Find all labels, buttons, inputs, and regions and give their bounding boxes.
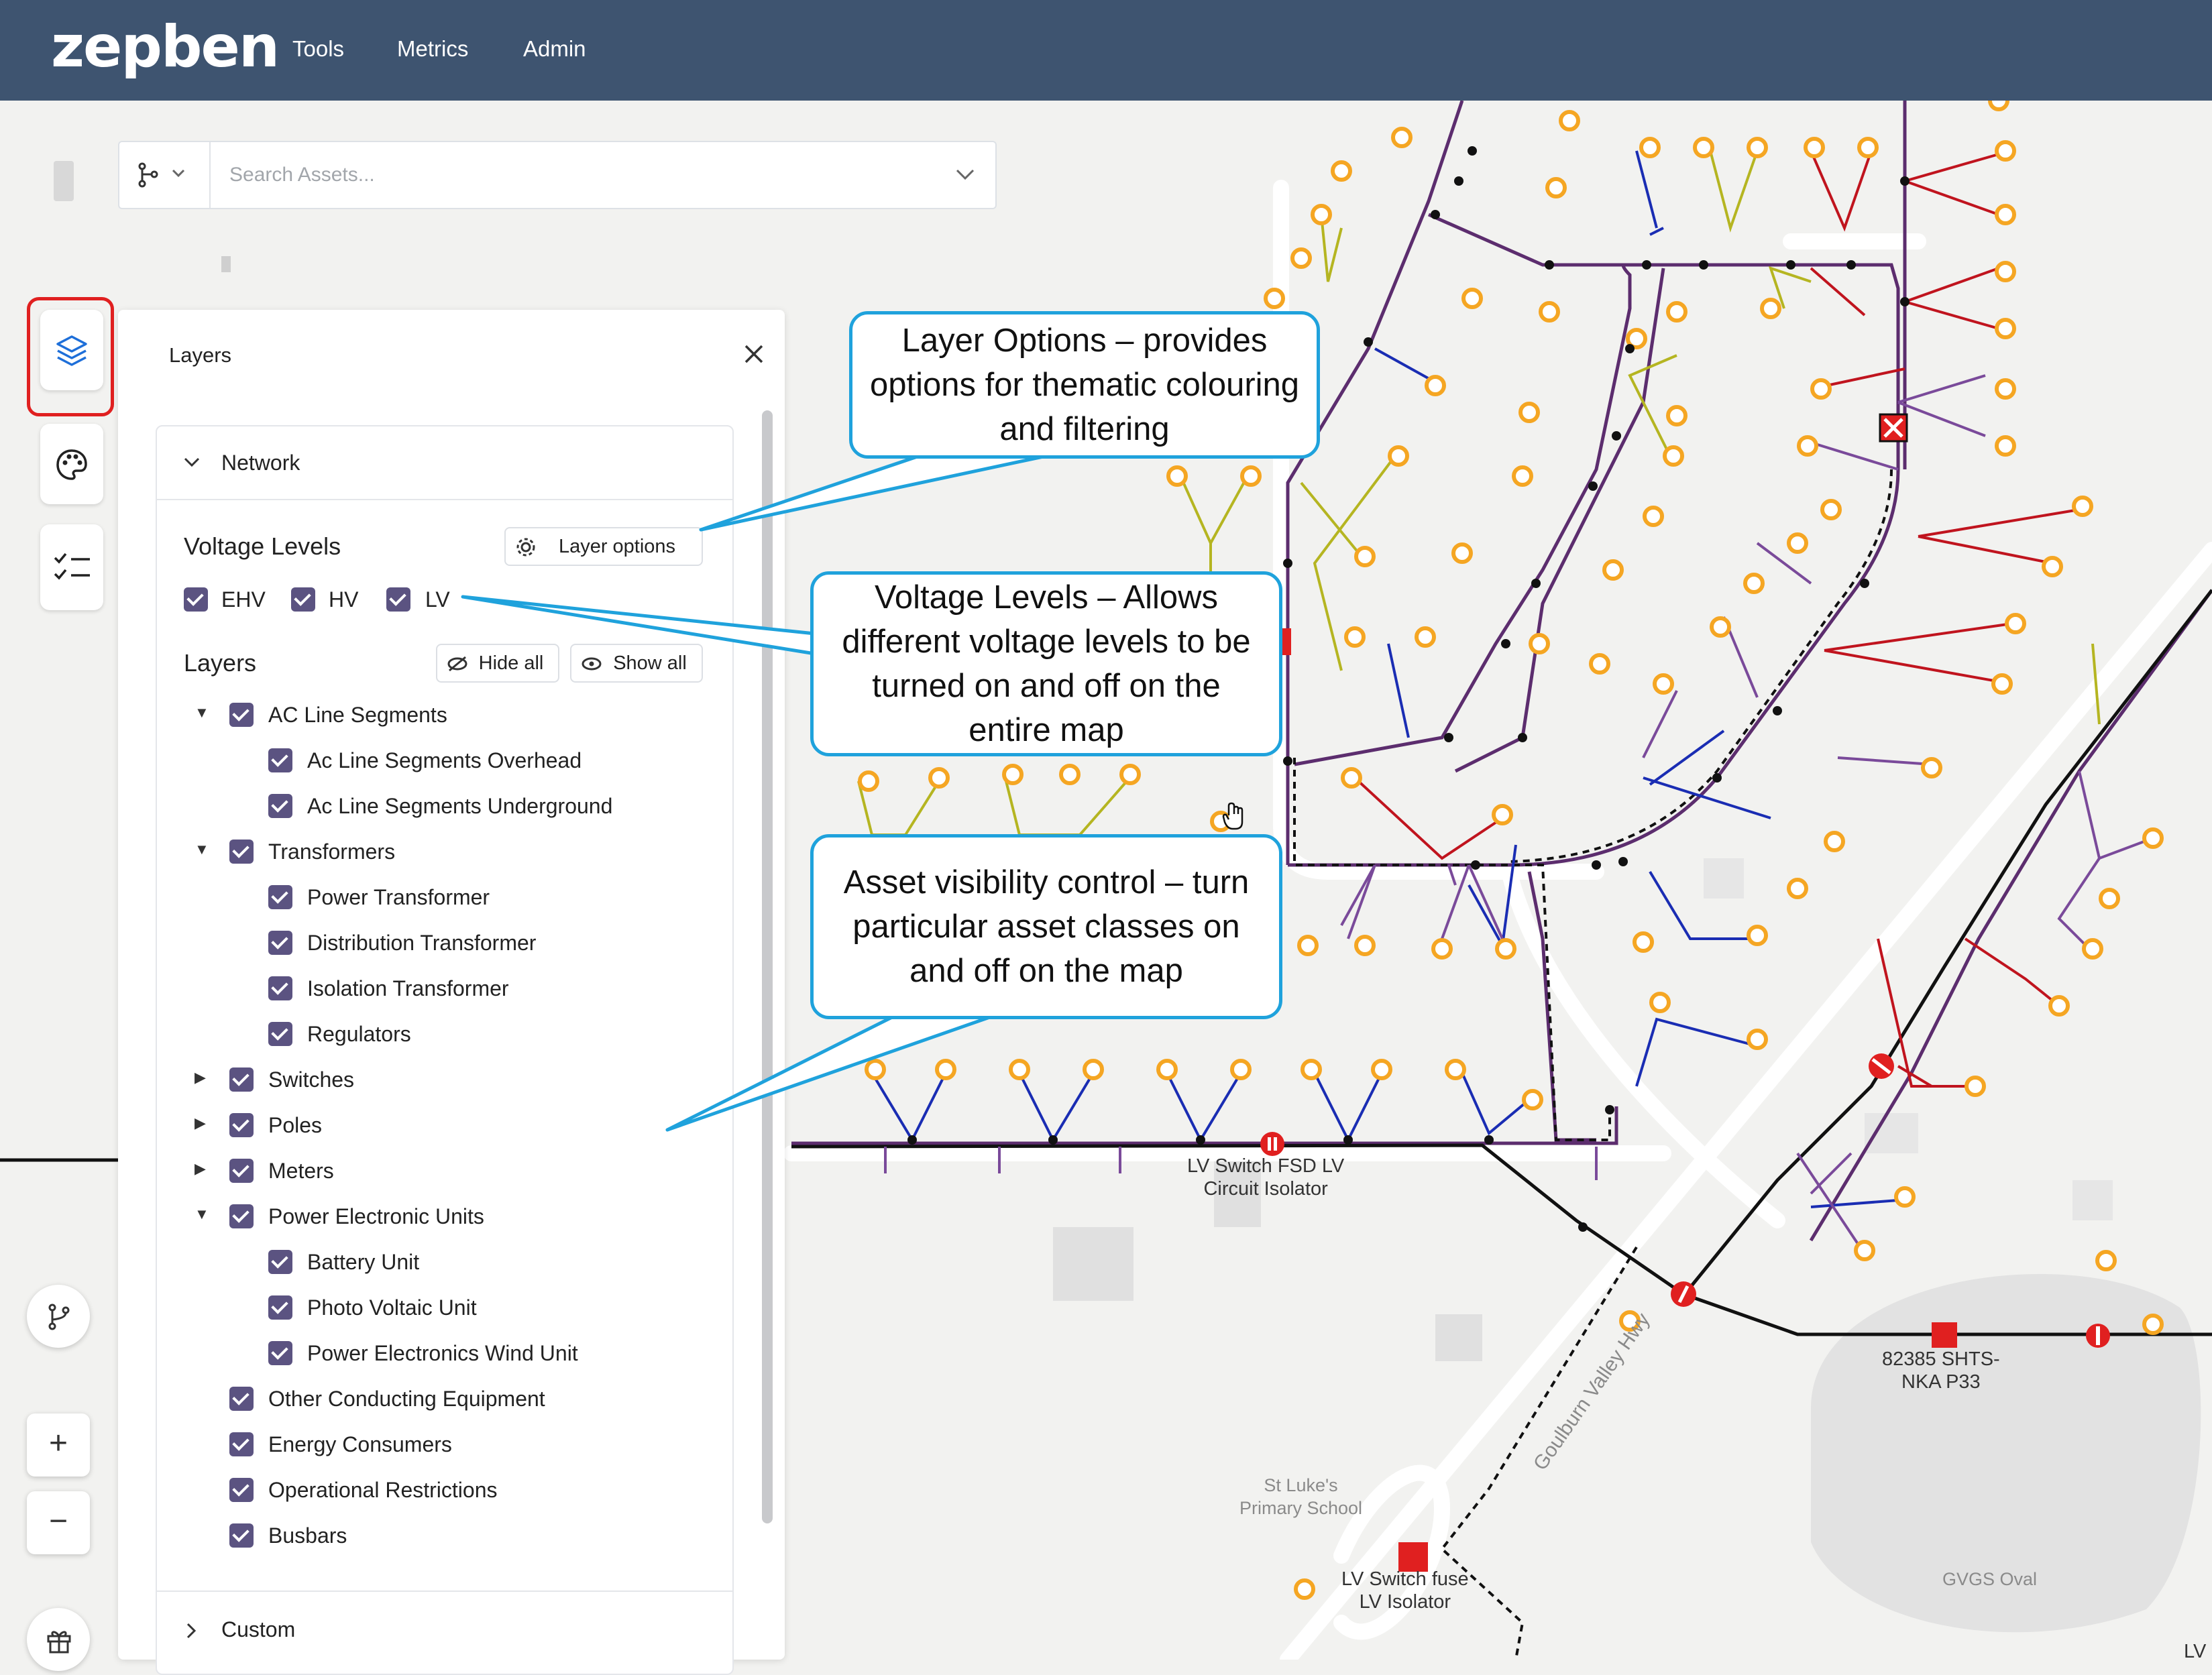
- hand-cursor-icon: [1222, 802, 1243, 830]
- callout-pointers: [461, 447, 1048, 1132]
- callout-asset-visibility: Asset visibility control – turn particul…: [810, 834, 1282, 1019]
- callout-voltage-levels: Voltage Levels – Allows different voltag…: [810, 571, 1282, 756]
- callout-layer-options: Layer Options – provides options for the…: [849, 311, 1320, 459]
